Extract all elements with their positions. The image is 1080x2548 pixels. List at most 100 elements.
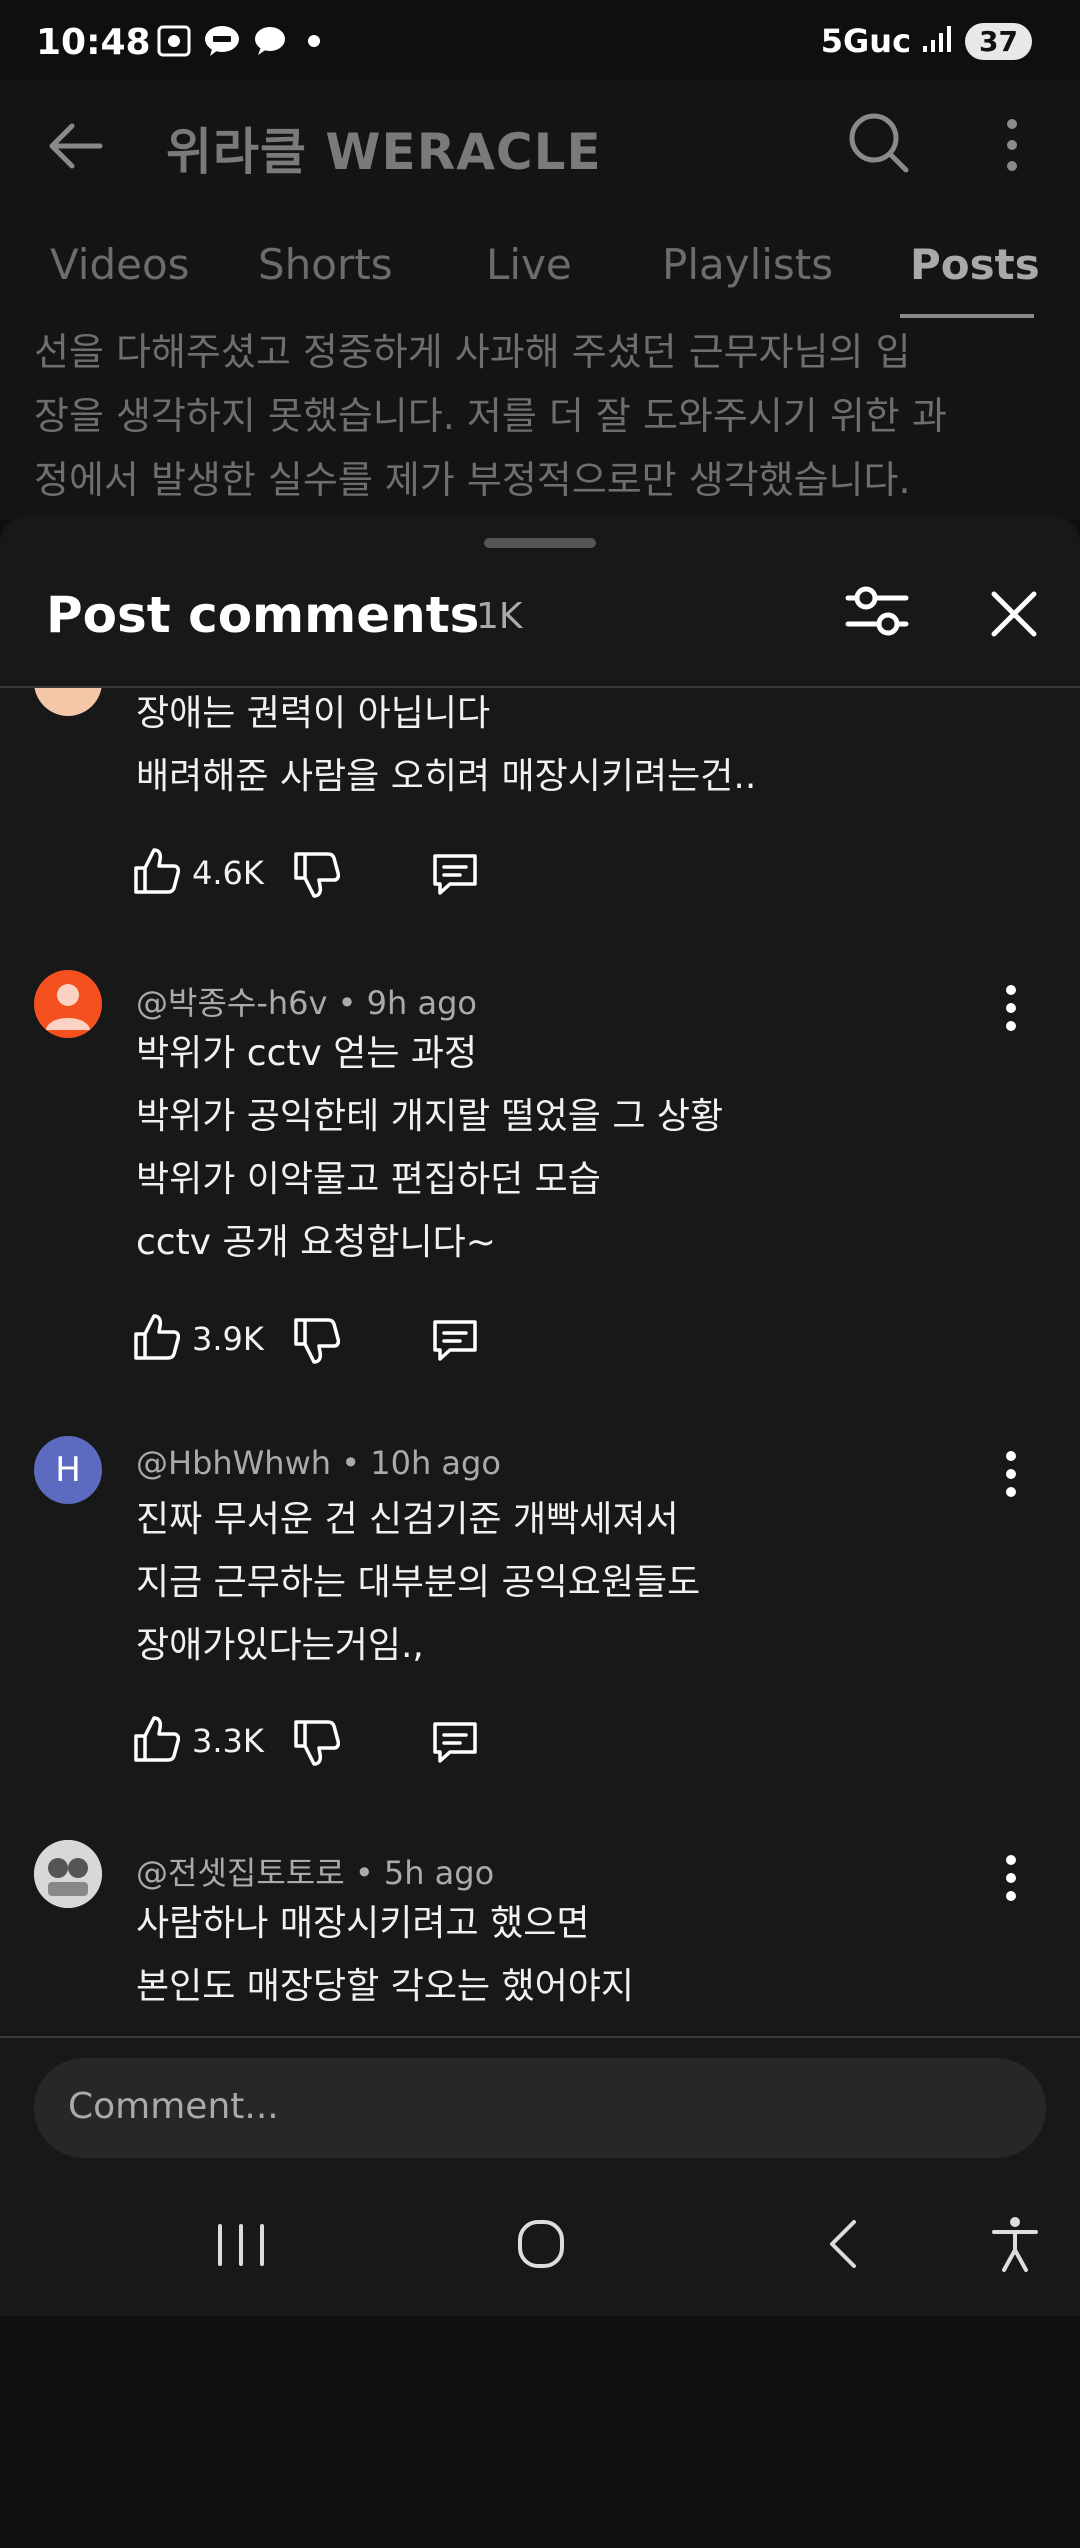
back-button[interactable] [44,114,108,178]
comment-more-button[interactable] [996,1446,1026,1502]
thumbs-up-icon[interactable] [132,846,180,896]
like-count: 3.9K [192,1320,264,1358]
thumbs-up-icon[interactable] [132,1714,180,1764]
more-vert-icon [1006,1855,1016,1901]
comment-actions: 3.9K [132,1304,532,1374]
chat-bubble-icon [252,24,288,58]
accessibility-icon [992,2217,1038,2272]
thumbs-down-icon[interactable] [292,1316,340,1366]
tab-shorts[interactable]: Shorts [258,240,393,289]
accessibility-button[interactable] [980,2214,1050,2274]
comment-composer-bar: Comment... [0,2036,1080,2168]
comment-actions: 4.6K [132,838,532,908]
status-time: 10:48 [36,22,151,63]
tab-videos[interactable]: Videos [50,240,190,289]
comment-more-button[interactable] [996,980,1026,1036]
tab-live[interactable]: Live [486,240,572,289]
comment-line: cctv 공개 요청합니다~ [136,1222,496,1263]
more-vert-icon [1006,1451,1016,1497]
comment-item: 장애는 권력이 아닙니다 배려해준 사람을 오히려 매장시키려는건.. 4.6K [0,688,1080,898]
home-icon [518,2220,564,2268]
status-icons [156,24,320,58]
post-text: 선을 다해주셨고 정중하게 사과해 주셨던 근무자님의 입 장을 생각하지 못했… [34,320,1044,515]
more-vert-icon [1007,119,1017,171]
post-line: 정에서 발생한 실수를 제가 부정적으로만 생각했습니다. [34,458,911,502]
comment-meta: @박종수-h6v • 9h ago [136,978,477,1024]
status-bar: 10:48 5Guc 37 [0,0,1080,80]
search-icon [849,113,909,173]
profile-photo-icon [34,1840,102,1908]
comment-more-button[interactable] [996,1850,1026,1906]
status-right: 5Guc 37 [821,22,1032,60]
comment-line: 진짜 무서운 건 신검기준 개빡세져서 [136,1499,679,1540]
comment-line: 장애가있다는거임., [136,1625,424,1666]
avatar[interactable]: H [34,1436,102,1504]
comment-placeholder: Comment... [68,2086,279,2127]
drag-handle[interactable] [484,538,596,548]
comment-meta: @HbhWhwh • 10h ago [136,1444,501,1482]
thumbs-down-icon[interactable] [292,1718,340,1768]
system-back-button[interactable] [810,2214,880,2274]
network-type: 5Guc [820,22,912,60]
sort-filter-button[interactable] [844,580,910,642]
channel-more-button[interactable] [990,110,1034,180]
comment-time: 9h ago [366,984,477,1022]
arrow-left-icon [49,123,103,169]
comment-text: 박위가 cctv 얻는 과정 박위가 공익한테 개지랄 떨었을 그 상황 박위가… [136,1022,723,1274]
tab-posts[interactable]: Posts [910,240,1040,289]
comment-item: @전셋집토토로 • 5h ago 사람하나 매장시키려고 했으면 본인도 매장당… [0,1840,1080,2040]
sheet-title: Post comments [46,586,480,644]
avatar[interactable] [34,1840,102,1908]
thumbs-up-icon[interactable] [132,1312,180,1362]
comment-time: 5h ago [383,1854,495,1892]
avatar[interactable] [34,688,102,716]
comment-count: 1K [476,596,523,637]
channel-tabs: Videos Shorts Live Playlists Posts [0,220,1080,320]
channel-title: 위라클 WERACLE [166,123,602,181]
recents-icon [218,2224,264,2266]
comment-line: 박위가 공익한테 개지랄 떨었을 그 상황 [136,1096,724,1137]
notification-dot [308,35,320,47]
comment-time: 10h ago [370,1444,501,1482]
comments-sheet: Post comments 1K 장애는 권력이 아닙니다 배려해준 사람을 오… [0,516,1080,2036]
screenshot-icon [156,24,192,58]
comment-line: 박위가 cctv 얻는 과정 [136,1033,478,1074]
avatar[interactable] [34,970,102,1038]
reply-icon[interactable] [430,850,480,898]
system-nav-bar [0,2166,1080,2316]
comment-line: 본인도 매장당할 각오는 했어야지 [136,1966,635,2007]
comment-line: 사람하나 매장시키려고 했으면 [136,1903,590,1944]
signal-icon [921,24,955,58]
comment-item: @박종수-h6v • 9h ago 박위가 cctv 얻는 과정 박위가 공익한… [0,970,1080,1390]
person-icon [46,984,90,1030]
comment-item: H @HbhWhwh • 10h ago 진짜 무서운 건 신검기준 개빡세져서… [0,1436,1080,1796]
reply-icon[interactable] [430,1316,480,1364]
comment-author[interactable]: @HbhWhwh [136,1444,331,1482]
thumbs-down-icon[interactable] [292,850,340,900]
tab-playlists[interactable]: Playlists [662,240,833,289]
comment-line: 박위가 이악물고 편집하던 모습 [136,1159,601,1200]
close-sheet-button[interactable] [984,584,1044,644]
comment-actions: 3.3K [132,1706,532,1776]
like-count: 3.3K [192,1722,264,1760]
like-count: 4.6K [192,854,264,892]
comment-author[interactable]: @전셋집토토로 [136,1854,345,1892]
comment-text: 진짜 무서운 건 신검기준 개빡세져서 지금 근무하는 대부분의 공익요원들도 … [136,1488,700,1677]
comment-input[interactable]: Comment... [34,2058,1046,2158]
home-button[interactable] [506,2214,576,2274]
search-button[interactable] [846,110,910,174]
talk-icon [204,24,240,58]
comment-author[interactable]: @박종수-h6v [136,984,327,1022]
comment-line: 장애는 권력이 아닙니다 [136,693,491,734]
chevron-left-icon [830,2220,856,2268]
active-tab-indicator [900,314,1034,318]
meta-separator: • [337,984,367,1022]
recent-apps-button[interactable] [206,2214,276,2274]
battery-indicator: 37 [965,22,1032,60]
app-bar: 위라클 WERACLE [0,80,1080,210]
meta-separator: • [354,1854,384,1892]
reply-icon[interactable] [430,1718,480,1766]
meta-separator: • [341,1444,371,1482]
sliders-icon [845,586,909,636]
comment-line: 배려해준 사람을 오히려 매장시키려는건.. [136,756,757,797]
